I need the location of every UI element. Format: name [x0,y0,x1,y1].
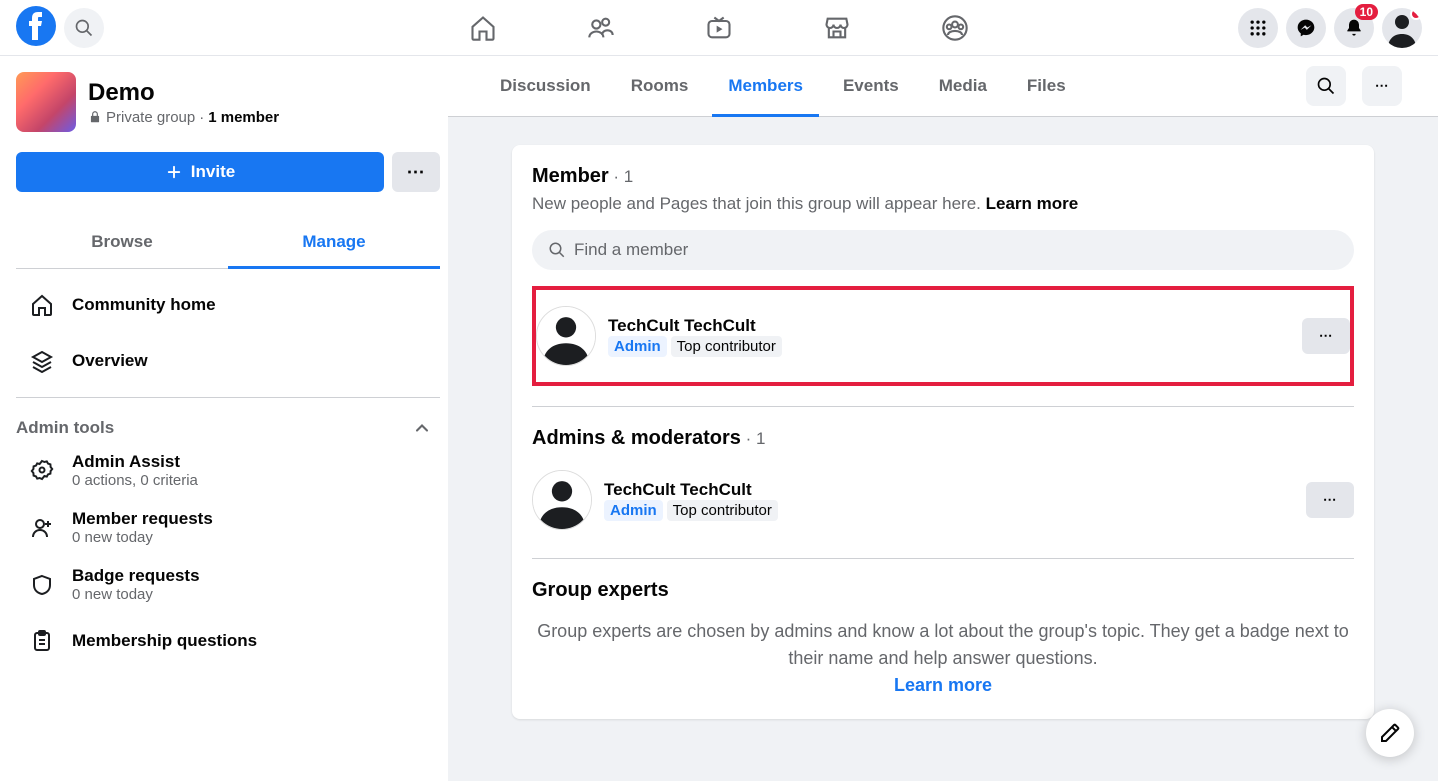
group-title[interactable]: Demo [88,79,279,107]
members-title: Member [532,165,609,187]
group-more-button[interactable]: ⋯ [392,152,440,192]
group-experts-description: Group experts are chosen by admins and k… [532,618,1354,699]
home-icon [469,14,497,42]
learn-more-link[interactable]: Learn more [986,194,1079,213]
avatar-dot [1410,8,1422,20]
global-search-button[interactable] [64,8,104,48]
nav-watch[interactable] [664,0,774,56]
nav-marketplace[interactable] [782,0,892,56]
home-icon [30,293,54,317]
shield-icon [30,573,54,597]
tab-members[interactable]: Members [712,56,819,116]
tab-rooms[interactable]: Rooms [615,56,705,116]
group-meta: Private group · 1 member [88,109,279,126]
group-cover-image[interactable] [16,72,76,132]
member-search-input[interactable] [574,240,1338,260]
admin-badge: Admin [604,500,663,521]
menu-button[interactable] [1238,8,1278,48]
gear-badge-icon [30,459,54,483]
admin-row[interactable]: TechCult TechCult AdminTop contributor ⋯ [532,462,1354,538]
admin-name[interactable]: TechCult TechCult [604,480,778,500]
marketplace-icon [823,14,851,42]
sidebar-tab-manage[interactable]: Manage [228,216,440,268]
member-search[interactable] [532,230,1354,270]
tab-media[interactable]: Media [923,56,1003,116]
member-name[interactable]: TechCult TechCult [608,316,782,336]
facebook-logo[interactable] [16,6,56,50]
admin-tools-header[interactable]: Admin tools [16,406,440,442]
group-search-button[interactable] [1306,66,1346,106]
sidebar-item-member-requests[interactable]: Member requests0 new today [16,499,440,556]
friends-icon [587,14,615,42]
account-button[interactable] [1382,8,1422,48]
tab-discussion[interactable]: Discussion [484,56,607,116]
groups-icon [941,14,969,42]
top-contributor-badge: Top contributor [667,500,778,521]
lock-icon [88,110,102,124]
member-more-button[interactable]: ⋯ [1302,318,1350,354]
messenger-button[interactable] [1286,8,1326,48]
chevron-up-icon [412,418,432,438]
admin-badge: Admin [608,336,667,357]
group-more-actions-button[interactable]: ⋯ [1362,66,1402,106]
admins-title: Admins & moderators [532,427,741,449]
person-plus-icon [30,516,54,540]
member-row[interactable]: TechCult TechCult AdminTop contributor ⋯ [536,298,1350,374]
group-experts-title: Group experts [532,579,1354,602]
nav-groups[interactable] [900,0,1010,56]
avatar-icon [537,307,595,365]
members-description: New people and Pages that join this grou… [532,194,1354,214]
clipboard-icon [30,629,54,653]
messenger-icon [1296,18,1316,38]
notification-badge: 10 [1355,4,1378,20]
compose-icon [1378,721,1402,745]
search-icon [1316,76,1336,96]
nav-friends[interactable] [546,0,656,56]
admin-more-button[interactable]: ⋯ [1306,482,1354,518]
compose-button[interactable] [1366,709,1414,757]
experts-learn-more-link[interactable]: Learn more [532,672,1354,699]
sidebar-item-admin-assist[interactable]: Admin Assist0 actions, 0 criteria [16,442,440,499]
sidebar-item-overview[interactable]: Overview [16,333,440,389]
watch-icon [705,14,733,42]
search-icon [74,18,94,38]
sidebar-tab-browse[interactable]: Browse [16,216,228,268]
top-contributor-badge: Top contributor [671,336,782,357]
avatar-icon [533,471,591,529]
sidebar-item-badge-requests[interactable]: Badge requests0 new today [16,556,440,613]
layers-icon [30,349,54,373]
highlighted-member: TechCult TechCult AdminTop contributor ⋯ [532,286,1354,386]
grid-icon [1248,18,1268,38]
tab-files[interactable]: Files [1011,56,1082,116]
invite-button[interactable]: Invite [16,152,384,192]
notifications-button[interactable]: 10 [1334,8,1374,48]
search-icon [548,241,566,259]
sidebar-item-membership-questions[interactable]: Membership questions [16,613,440,669]
nav-home[interactable] [428,0,538,56]
tab-events[interactable]: Events [827,56,915,116]
plus-icon [165,163,183,181]
sidebar-item-community-home[interactable]: Community home [16,277,440,333]
bell-icon [1344,18,1364,38]
